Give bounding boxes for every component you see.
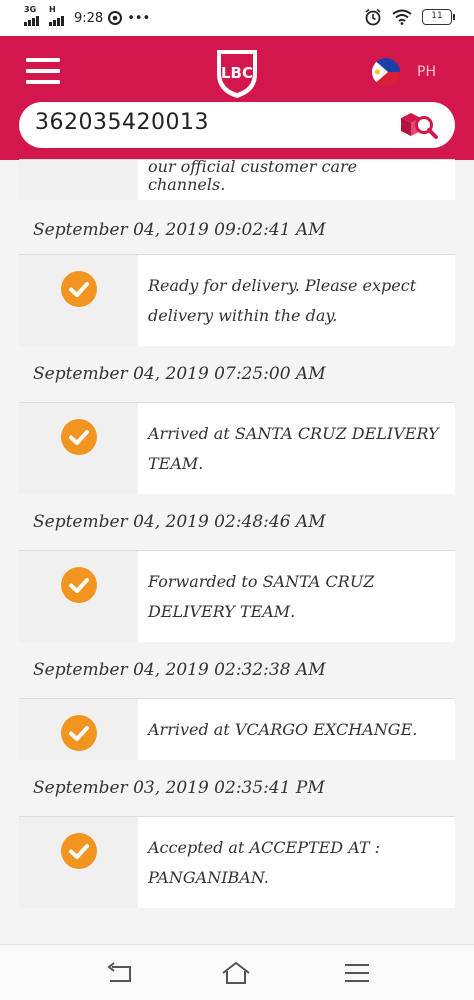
chrome-icon <box>108 11 123 25</box>
tracking-timeline: our official customer care channels. Sep… <box>19 157 455 908</box>
event-date: September 04, 2019 02:32:38 AM <box>33 660 326 680</box>
event-status-text: our official customer care channels. <box>148 157 358 194</box>
status-right: 11 <box>364 8 455 26</box>
wifi-icon <box>392 9 412 25</box>
event-status-text: Forwarded to SANTA CRUZ DELIVERY TEAM. <box>148 572 375 621</box>
recents-icon[interactable] <box>342 961 372 985</box>
alarm-icon <box>365 8 381 26</box>
logo-text: LBC <box>221 64 253 82</box>
lbc-logo: LBC <box>217 50 257 98</box>
check-circle-icon <box>60 567 97 603</box>
timeline-event: Arrived at SANTA CRUZ DELIVERY TEAM. <box>19 402 455 494</box>
status-left: 3G H 9:28 ••• <box>24 5 151 28</box>
signal-3g-icon: 3G <box>24 5 44 28</box>
event-date: September 04, 2019 09:02:41 AM <box>33 220 326 240</box>
tracking-number-input[interactable]: 362035420013 <box>35 110 209 135</box>
clock: 9:28 <box>74 10 104 26</box>
signal-h-icon: H <box>49 5 69 28</box>
event-status-text: Arrived at SANTA CRUZ DELIVERY TEAM. <box>148 424 439 473</box>
check-circle-icon <box>60 715 97 751</box>
event-status-text: Ready for delivery. Please expect delive… <box>148 276 417 325</box>
package-search-icon[interactable] <box>397 108 439 142</box>
event-status-text: Accepted at ACCEPTED AT : PANGANIBAN. <box>148 838 381 887</box>
philippines-flag-icon[interactable] <box>372 58 400 86</box>
check-circle-icon <box>60 419 97 455</box>
more-notifications: ••• <box>127 10 151 26</box>
timeline-event-partial: our official customer care channels. <box>19 157 455 200</box>
timeline-event: Arrived at VCARGO EXCHANGE. <box>19 698 455 760</box>
tracking-search-bar[interactable]: 362035420013 <box>19 102 455 148</box>
battery-icon: 11 <box>422 9 455 25</box>
check-circle-icon <box>60 833 97 869</box>
event-date: September 04, 2019 07:25:00 AM <box>33 364 326 384</box>
home-icon[interactable] <box>221 961 251 985</box>
timeline-event: Ready for delivery. Please expect delive… <box>19 254 455 346</box>
event-status-text: Arrived at VCARGO EXCHANGE. <box>148 720 418 739</box>
hamburger-menu-icon[interactable] <box>26 58 60 84</box>
app-header: LBC PH 362035420013 <box>0 36 474 160</box>
event-date: September 03, 2019 02:35:41 PM <box>33 778 325 798</box>
back-icon[interactable] <box>104 961 134 985</box>
country-code[interactable]: PH <box>417 64 436 80</box>
system-nav-bar <box>0 944 474 1000</box>
timeline-event: Accepted at ACCEPTED AT : PANGANIBAN. <box>19 816 455 908</box>
event-date: September 04, 2019 02:48:46 AM <box>33 512 326 532</box>
check-circle-icon <box>60 271 97 307</box>
status-bar: 3G H 9:28 ••• 11 <box>0 0 474 36</box>
timeline-event: Forwarded to SANTA CRUZ DELIVERY TEAM. <box>19 550 455 642</box>
